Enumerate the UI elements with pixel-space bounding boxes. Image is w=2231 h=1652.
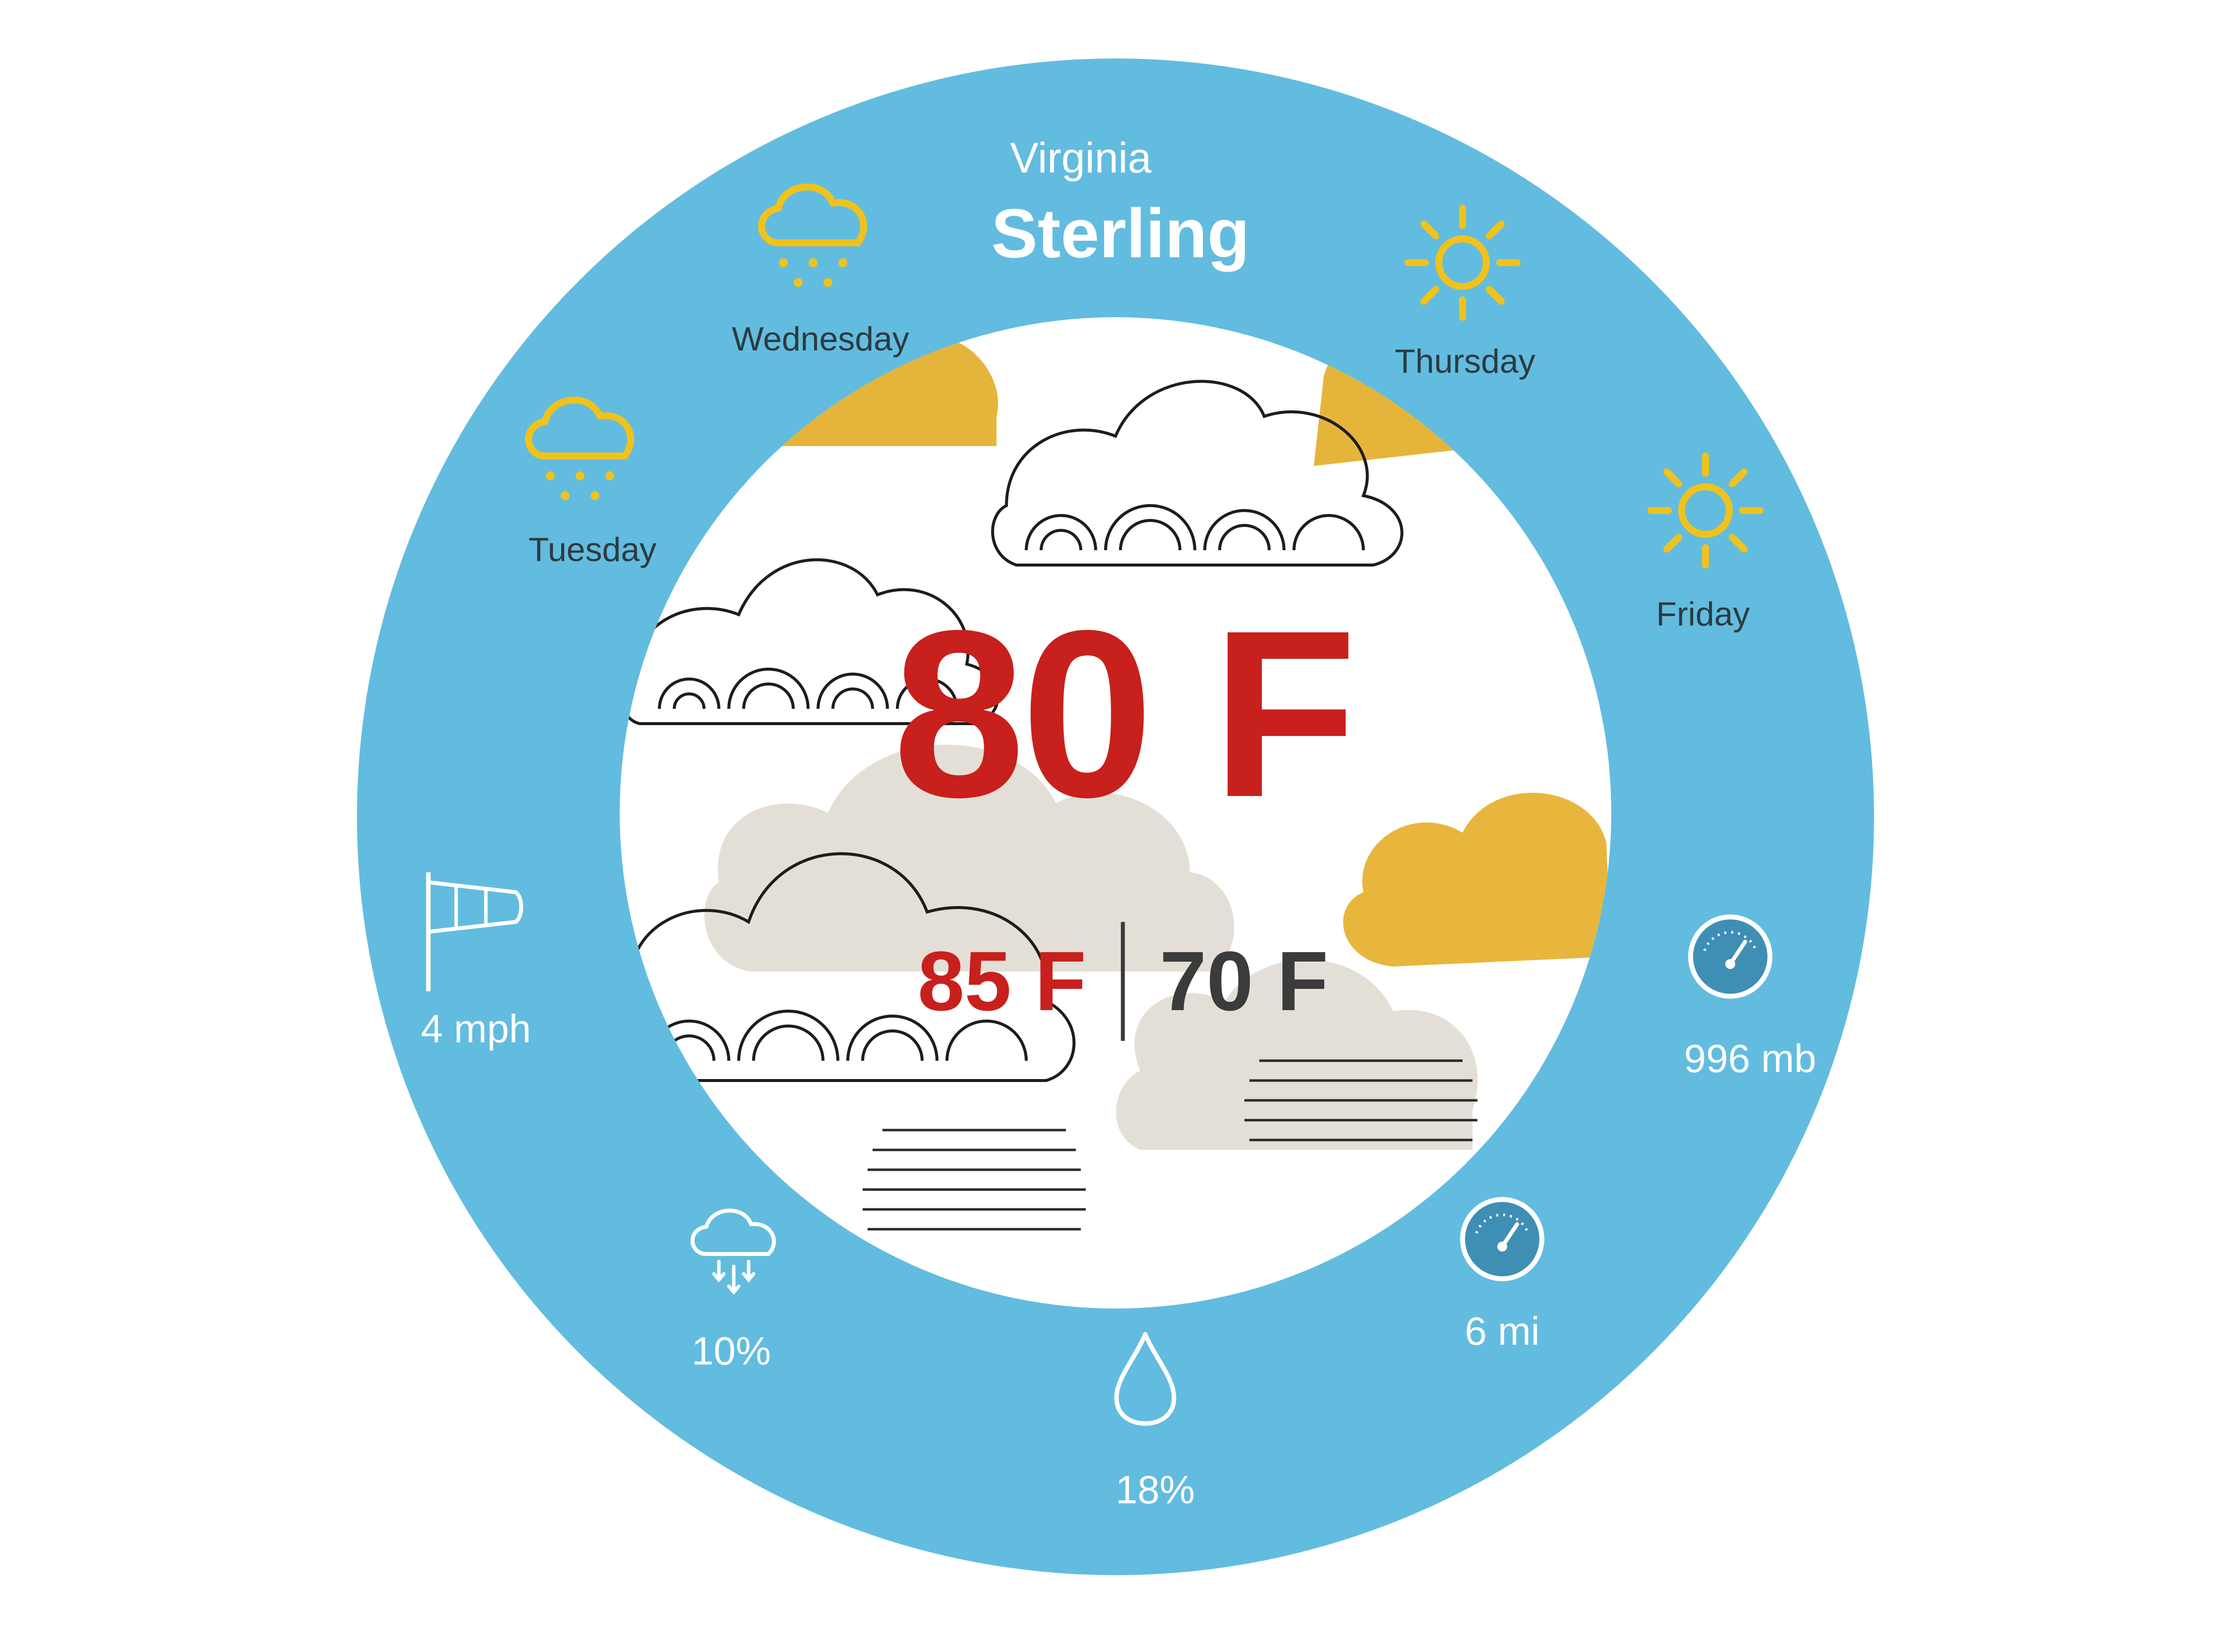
forecast-day-wednesday: Wednesday <box>732 320 909 358</box>
forecast-day-friday: Friday <box>1656 595 1750 633</box>
high-low-temperatures: 85 F 70 F <box>918 922 1328 1041</box>
gauge-icon <box>1686 912 1775 1001</box>
high-low-divider <box>1121 922 1125 1041</box>
rain-cloud-icon <box>749 173 878 292</box>
sun-icon <box>1641 446 1770 575</box>
precipitation-cloud-icon <box>684 1199 783 1299</box>
gauge-icon <box>1458 1195 1547 1284</box>
current-temperature: 80 F <box>892 580 1357 847</box>
wind-speed: 4 mph <box>420 1007 531 1051</box>
forecast-day-tuesday: Tuesday <box>528 531 657 569</box>
precipitation-chance: 10% <box>691 1329 771 1373</box>
visibility-value: 6 mi <box>1465 1309 1540 1353</box>
pressure-value: 996 mb <box>1684 1036 1817 1081</box>
low-temperature: 70 F <box>1160 934 1329 1028</box>
water-drop-icon <box>1111 1328 1180 1427</box>
forecast-day-thursday: Thursday <box>1395 342 1535 380</box>
state-label: Virginia <box>1010 134 1152 182</box>
high-temperature: 85 F <box>917 934 1086 1028</box>
city-label: Sterling <box>991 194 1250 272</box>
windsock-icon <box>421 867 530 996</box>
sun-icon <box>1398 198 1527 327</box>
humidity-value: 18% <box>1115 1468 1195 1512</box>
rain-cloud-icon <box>516 387 645 506</box>
